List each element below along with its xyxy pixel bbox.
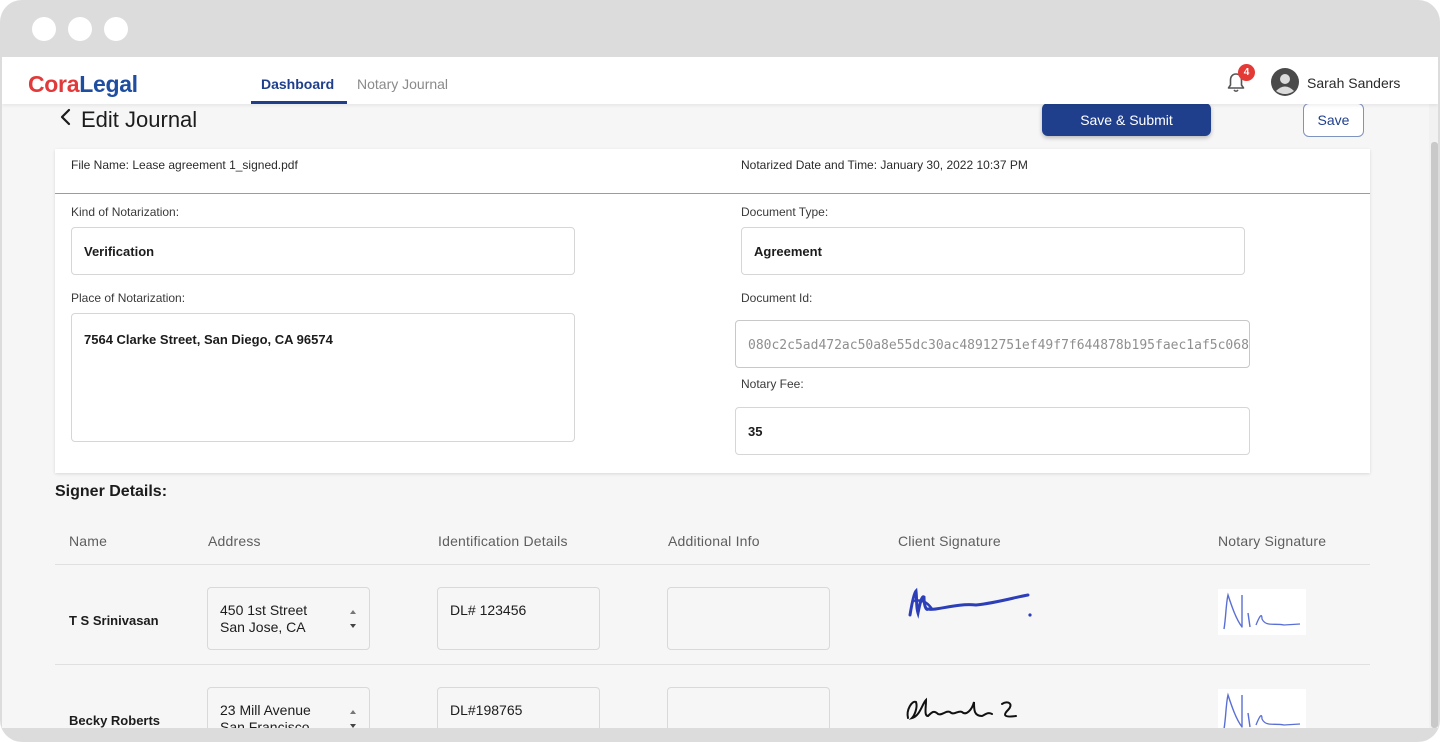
notary-fee-field[interactable]: 35 — [735, 407, 1250, 455]
place-of-notarization-field[interactable]: 7564 Clarke Street, San Diego, CA 96574 — [71, 313, 575, 442]
signer-name: T S Srinivasan — [69, 613, 159, 628]
scrollbar-thumb[interactable] — [1431, 142, 1438, 728]
document-id-field[interactable]: 080c2c5ad472ac50a8e55dc30ac48912751ef49f… — [735, 320, 1250, 368]
column-header-additional-info: Additional Info — [668, 533, 760, 549]
document-id-label: Document Id: — [741, 291, 813, 305]
window-dot-close[interactable] — [32, 17, 56, 41]
column-header-address: Address — [208, 533, 261, 549]
file-name: File Name: Lease agreement 1_signed.pdf — [71, 158, 298, 172]
table-header-divider — [55, 564, 1370, 565]
place-of-notarization-label: Place of Notarization: — [71, 291, 186, 305]
avatar-icon[interactable] — [1271, 68, 1299, 96]
signer-id-field[interactable]: DL# 123456 — [437, 587, 600, 650]
card-divider — [55, 193, 1370, 194]
nav-tab-dashboard[interactable]: Dashboard — [261, 76, 334, 92]
active-tab-indicator — [251, 101, 347, 104]
save-submit-button[interactable]: Save & Submit — [1042, 103, 1211, 136]
app-window: CoraLegal Dashboard Notary Journal 4 Sar… — [2, 57, 1438, 728]
document-type-label: Document Type: — [741, 205, 829, 219]
window-dot-maximize[interactable] — [104, 17, 128, 41]
signer-address-field[interactable]: 23 Mill Avenue San Francisco — [207, 687, 370, 728]
column-header-identification: Identification Details — [438, 533, 568, 549]
column-header-name: Name — [69, 533, 108, 549]
notification-badge: 4 — [1238, 64, 1255, 81]
notary-fee-label: Notary Fee: — [741, 377, 804, 391]
address-scroll-arrows-icon[interactable] — [347, 704, 359, 728]
notarized-datetime: Notarized Date and Time: January 30, 202… — [741, 158, 1028, 172]
journal-details-card: File Name: Lease agreement 1_signed.pdf … — [55, 149, 1370, 473]
signer-additional-info-field[interactable] — [667, 587, 830, 650]
window-dot-minimize[interactable] — [68, 17, 92, 41]
column-header-client-signature: Client Signature — [898, 533, 1001, 549]
client-signature-image — [906, 697, 1017, 720]
table-row-divider — [55, 664, 1370, 665]
nav-tab-notary-journal[interactable]: Notary Journal — [357, 76, 448, 92]
window-controls — [32, 17, 128, 41]
column-header-notary-signature: Notary Signature — [1218, 533, 1327, 549]
back-arrow-icon[interactable] — [58, 107, 74, 127]
notary-signature-image — [1218, 589, 1306, 635]
address-scroll-arrows-icon[interactable] — [347, 604, 359, 634]
save-button[interactable]: Save — [1303, 103, 1364, 137]
page-title: Edit Journal — [81, 107, 198, 132]
document-type-field[interactable]: Agreement — [741, 227, 1245, 275]
signer-additional-info-field[interactable] — [667, 687, 830, 728]
signer-id-field[interactable]: DL#198765 — [437, 687, 600, 728]
notary-signature-image — [1218, 689, 1306, 728]
kind-of-notarization-label: Kind of Notarization: — [71, 205, 180, 219]
kind-of-notarization-field[interactable]: Verification — [71, 227, 575, 275]
signer-details-title: Signer Details: — [55, 483, 168, 500]
app-logo[interactable]: CoraLegal — [28, 71, 138, 98]
user-name[interactable]: Sarah Sanders — [1307, 75, 1400, 91]
top-nav: CoraLegal Dashboard Notary Journal 4 Sar… — [2, 57, 1438, 104]
signer-address-field[interactable]: 450 1st Street San Jose, CA — [207, 587, 370, 650]
client-signature-image — [908, 587, 1032, 619]
browser-frame: CoraLegal Dashboard Notary Journal 4 Sar… — [0, 0, 1440, 742]
signer-name: Becky Roberts — [69, 713, 161, 728]
